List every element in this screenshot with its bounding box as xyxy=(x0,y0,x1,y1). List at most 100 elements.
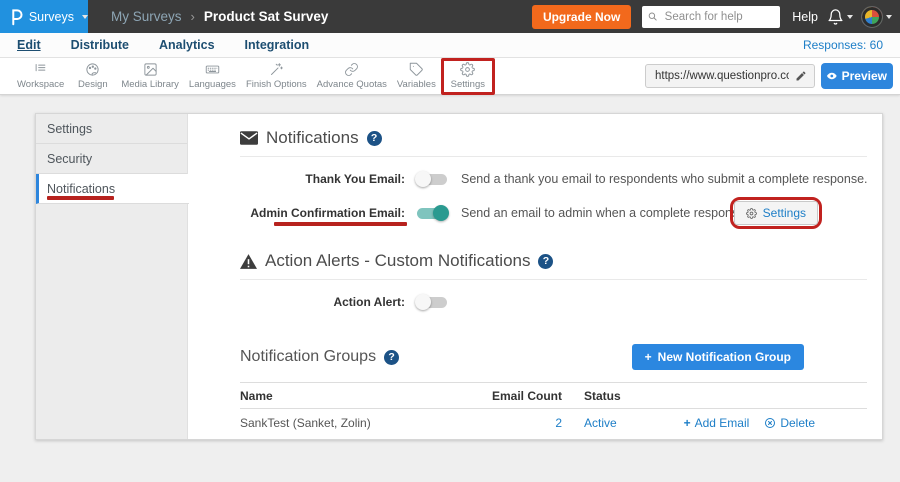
toolbar-label: Settings xyxy=(451,79,485,90)
notification-groups-header: Notification Groups ? + New Notification… xyxy=(240,344,867,370)
envelope-icon xyxy=(240,131,258,145)
toolbar-label: Languages xyxy=(189,79,236,90)
languages-icon xyxy=(205,62,220,77)
group-email-count[interactable]: 2 xyxy=(477,416,562,430)
group-actions: + Add Email Delete xyxy=(692,416,867,430)
settings-gear-icon xyxy=(460,62,475,77)
action-alert-row: Action Alert: xyxy=(240,290,867,314)
breadcrumb: My Surveys › Product Sat Survey xyxy=(111,9,328,24)
new-notification-group-button[interactable]: + New Notification Group xyxy=(632,344,804,370)
search-input[interactable] xyxy=(663,10,775,24)
toggle-knob xyxy=(415,171,431,187)
group-status[interactable]: Active xyxy=(562,416,692,430)
toolbar-label: Finish Options xyxy=(246,79,307,90)
action-alert-label: Action Alert: xyxy=(240,295,415,309)
admin-email-settings-button[interactable]: Settings xyxy=(734,201,818,225)
thank-you-email-label: Thank You Email: xyxy=(240,172,415,186)
header-email-count: Email Count xyxy=(477,389,562,403)
sidebar-item-security[interactable]: Security xyxy=(36,144,187,174)
toolbar-label: Advance Quotas xyxy=(317,79,387,90)
survey-tabs: Edit Distribute Analytics Integration Re… xyxy=(0,33,900,58)
toolbar-label: Design xyxy=(78,79,108,90)
chevron-down-icon xyxy=(886,15,892,19)
bell-icon xyxy=(827,8,844,26)
tab-edit[interactable]: Edit xyxy=(17,38,41,52)
media-library-icon xyxy=(143,62,158,77)
delete-link[interactable]: Delete xyxy=(764,416,815,430)
notifications-bell-button[interactable] xyxy=(827,8,853,26)
toolbar-item-design[interactable]: Design xyxy=(69,58,116,95)
preview-label: Preview xyxy=(842,69,887,83)
thank-you-email-description: Send a thank you email to respondents wh… xyxy=(461,172,868,186)
notification-groups-table: Name Email Count Status SankTest (Sanket… xyxy=(240,382,867,437)
toolbar-item-advance-quotas[interactable]: Advance Quotas xyxy=(312,58,392,95)
plus-icon: + xyxy=(645,350,652,364)
thank-you-email-toggle[interactable] xyxy=(417,174,447,185)
settings-button-label: Settings xyxy=(763,206,806,220)
admin-confirmation-email-toggle[interactable] xyxy=(417,208,447,219)
page-title: Product Sat Survey xyxy=(204,9,329,24)
sidebar-item-notifications[interactable]: Notifications xyxy=(36,174,189,204)
survey-url-input[interactable] xyxy=(653,69,791,83)
help-question-icon[interactable]: ? xyxy=(384,350,399,365)
topbar-right: Upgrade Now Help xyxy=(532,5,892,29)
settings-content: Settings Security Notifications xyxy=(0,95,900,482)
section-divider xyxy=(240,279,867,280)
delete-label: Delete xyxy=(780,416,815,430)
questionpro-app: Surveys My Surveys › Product Sat Survey … xyxy=(0,0,900,482)
help-question-icon[interactable]: ? xyxy=(367,131,382,146)
toolbar-item-workspace[interactable]: Workspace xyxy=(12,58,69,95)
avatar xyxy=(861,6,883,28)
notifications-settings-main: Notifications ? Thank You Email: Send a … xyxy=(188,114,882,439)
chevron-down-icon xyxy=(82,15,88,19)
toolbar-item-finish-options[interactable]: Finish Options xyxy=(241,58,312,95)
toolbar-item-settings[interactable]: Settings xyxy=(441,58,495,95)
label-text: Admin Confirmation Email: xyxy=(250,206,405,220)
toolbar-item-languages[interactable]: Languages xyxy=(184,58,241,95)
sidebar-item-label: Settings xyxy=(47,122,92,136)
add-email-link[interactable]: + Add Email xyxy=(684,416,750,430)
help-link[interactable]: Help xyxy=(792,10,818,24)
upgrade-now-button[interactable]: Upgrade Now xyxy=(532,5,631,29)
preview-button[interactable]: Preview xyxy=(821,63,893,89)
toggle-knob xyxy=(433,205,449,221)
admin-confirmation-email-row: Admin Confirmation Email: Send an email … xyxy=(240,201,867,225)
surveys-product-menu[interactable]: Surveys xyxy=(0,0,88,33)
toolbar-item-media-library[interactable]: Media Library xyxy=(116,58,184,95)
action-alert-toggle[interactable] xyxy=(417,297,447,308)
sidebar-item-settings[interactable]: Settings xyxy=(36,114,187,144)
workspace-icon xyxy=(33,62,48,77)
section-title: Notifications xyxy=(266,128,359,148)
help-search-box[interactable] xyxy=(642,6,780,28)
header-name: Name xyxy=(240,389,477,403)
plus-icon: + xyxy=(684,416,691,430)
table-header-row: Name Email Count Status xyxy=(240,383,867,409)
table-row: SankTest (Sanket, Zolin) 2 Active + Add … xyxy=(240,409,867,437)
sidebar-item-label: Security xyxy=(47,152,92,166)
settings-sidebar: Settings Security Notifications xyxy=(36,114,188,439)
tab-analytics[interactable]: Analytics xyxy=(159,38,215,52)
breadcrumb-parent[interactable]: My Surveys xyxy=(111,9,182,24)
variables-icon xyxy=(409,62,424,77)
tab-distribute[interactable]: Distribute xyxy=(71,38,129,52)
toolbar-label: Media Library xyxy=(121,79,179,90)
surveys-menu-label: Surveys xyxy=(29,10,74,24)
account-menu-button[interactable] xyxy=(861,6,892,28)
action-alerts-section-header: Action Alerts - Custom Notifications ? xyxy=(240,251,867,271)
thank-you-email-row: Thank You Email: Send a thank you email … xyxy=(240,167,867,191)
help-question-icon[interactable]: ? xyxy=(538,254,553,269)
survey-url-field[interactable] xyxy=(645,64,815,88)
admin-confirmation-email-label: Admin Confirmation Email: xyxy=(240,206,415,220)
section-title: Notification Groups xyxy=(240,348,376,366)
tab-integration[interactable]: Integration xyxy=(245,38,310,52)
edit-pencil-icon[interactable] xyxy=(795,70,807,82)
design-icon xyxy=(85,62,100,77)
responses-count[interactable]: Responses: 60 xyxy=(803,38,883,52)
toolbar-item-variables[interactable]: Variables xyxy=(392,58,441,95)
edit-toolbar: Workspace Design Media Library Languages xyxy=(0,58,900,95)
breadcrumb-separator-icon: › xyxy=(191,9,195,24)
warning-icon xyxy=(240,254,257,269)
delete-circle-icon xyxy=(764,417,776,429)
topbar: Surveys My Surveys › Product Sat Survey … xyxy=(0,0,900,33)
finish-options-icon xyxy=(269,62,284,77)
